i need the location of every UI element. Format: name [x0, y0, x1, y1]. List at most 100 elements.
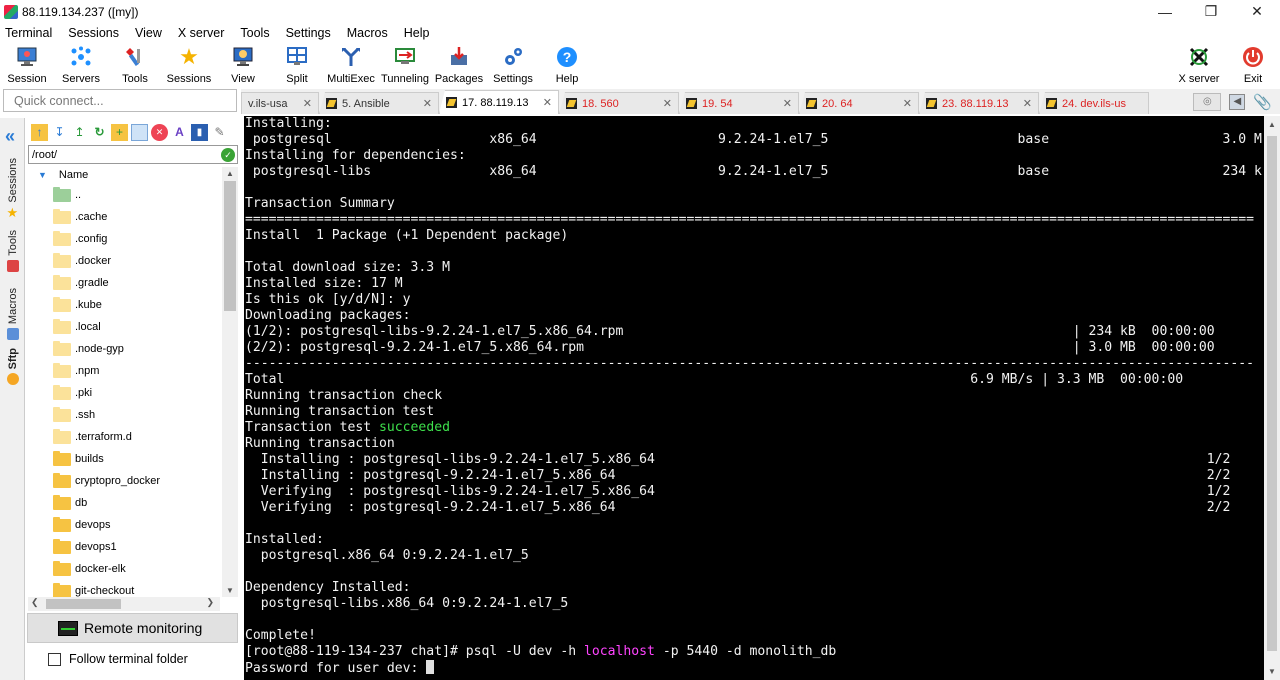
scroll-thumb[interactable]: [46, 599, 121, 609]
tab-session-active[interactable]: 17. 88.119.13 ✕: [439, 90, 559, 114]
menu-terminal[interactable]: Terminal: [0, 26, 60, 40]
remote-monitoring-button[interactable]: Remote monitoring: [27, 613, 238, 643]
list-item[interactable]: .kube: [26, 294, 222, 316]
folder-icon: [53, 230, 71, 246]
menu-help[interactable]: Help: [399, 26, 438, 40]
follow-terminal-folder[interactable]: Follow terminal folder: [48, 652, 188, 666]
list-item[interactable]: .config: [26, 228, 222, 250]
tunneling-button[interactable]: Tunneling: [378, 42, 432, 89]
servers-button[interactable]: Servers: [54, 42, 108, 89]
new-folder-icon[interactable]: +: [111, 123, 128, 141]
download-icon[interactable]: ↧: [51, 124, 68, 141]
menu-macros[interactable]: Macros: [342, 26, 396, 40]
list-item[interactable]: devops1: [26, 536, 222, 558]
list-item[interactable]: cryptopro_docker: [26, 470, 222, 492]
menu-tools[interactable]: Tools: [235, 26, 277, 40]
scroll-down-icon[interactable]: ▼: [222, 586, 238, 595]
close-icon[interactable]: ✕: [423, 97, 432, 110]
edit-icon[interactable]: ✎: [211, 124, 228, 141]
tools-button[interactable]: Tools: [108, 42, 162, 89]
list-item[interactable]: .terraform.d: [26, 426, 222, 448]
close-icon[interactable]: ✕: [783, 97, 792, 110]
list-item[interactable]: .npm: [26, 360, 222, 382]
terminal-line: ========================================…: [244, 212, 1264, 228]
list-item[interactable]: docker-elk: [26, 558, 222, 580]
collapse-sidebar-icon[interactable]: «: [5, 126, 15, 147]
list-item[interactable]: db: [26, 492, 222, 514]
list-item[interactable]: git-checkout: [26, 580, 222, 598]
split-button[interactable]: Split: [270, 42, 324, 89]
settings-button[interactable]: Settings: [486, 42, 540, 89]
terminal-output[interactable]: Installing: postgresql x86_64 9.2.24-1.e…: [244, 116, 1264, 680]
menu-settings[interactable]: Settings: [281, 26, 339, 40]
list-item[interactable]: .node-gyp: [26, 338, 222, 360]
list-item[interactable]: .local: [26, 316, 222, 338]
vtab-tools[interactable]: Tools: [0, 230, 25, 272]
sftp-path-field[interactable]: /root/ ✓: [28, 145, 238, 164]
attach-icon[interactable]: 📎: [1253, 93, 1272, 111]
menu-sessions[interactable]: Sessions: [63, 26, 127, 40]
sessions-button[interactable]: ★ Sessions: [162, 42, 216, 89]
list-item[interactable]: .ssh: [26, 404, 222, 426]
file-list-hscrollbar[interactable]: ❮ ❯: [28, 597, 220, 611]
exit-button[interactable]: Exit: [1226, 42, 1280, 85]
file-list-vscrollbar[interactable]: ▲ ▼: [222, 167, 238, 597]
file-list-header[interactable]: ▼ Name: [26, 167, 222, 183]
scroll-up-icon[interactable]: ▲: [222, 169, 238, 178]
terminal-line: Downloading packages:: [244, 308, 1264, 324]
multiexec-button[interactable]: MultiExec: [324, 42, 378, 89]
close-icon[interactable]: ✕: [303, 97, 312, 110]
tab-session[interactable]: v.ils-usa ✕: [241, 92, 319, 114]
follow-terminal-checkbox[interactable]: [48, 652, 61, 666]
scroll-thumb[interactable]: [1267, 136, 1277, 651]
close-button[interactable]: ✕: [1234, 0, 1280, 23]
terminal-scrollbar[interactable]: ▲ ▼: [1264, 116, 1280, 680]
upload-icon[interactable]: ↥: [71, 124, 88, 141]
tab-session[interactable]: 18. 560 ✕: [559, 92, 679, 114]
list-item[interactable]: .pki: [26, 382, 222, 404]
list-item[interactable]: .gradle: [26, 272, 222, 294]
x-server-button[interactable]: X server: [1172, 42, 1226, 85]
quick-connect-input[interactable]: [14, 93, 236, 108]
list-item[interactable]: .cache: [26, 206, 222, 228]
vtab-sessions[interactable]: Sessions ★: [0, 158, 25, 219]
help-button[interactable]: ? Help: [540, 42, 594, 89]
menu-x-server[interactable]: X server: [173, 26, 233, 40]
restore-button[interactable]: ❐: [1188, 0, 1234, 23]
tab-session[interactable]: 19. 54 ✕: [679, 92, 799, 114]
scroll-left-icon[interactable]: ❮: [31, 597, 39, 608]
list-item[interactable]: devops: [26, 514, 222, 536]
parent-folder-icon[interactable]: ↑: [31, 123, 48, 141]
folder-icon: [53, 406, 71, 422]
permissions-icon[interactable]: ▮: [191, 123, 208, 141]
close-icon[interactable]: ✕: [663, 97, 672, 110]
tab-session[interactable]: 20. 64 ✕: [799, 92, 919, 114]
vtab-macros[interactable]: Macros: [0, 288, 25, 341]
tab-session[interactable]: 5. Ansible ✕: [319, 92, 439, 114]
packages-button[interactable]: Packages: [432, 42, 486, 89]
close-icon[interactable]: ✕: [543, 96, 552, 109]
delete-icon[interactable]: ✕: [151, 123, 168, 141]
new-file-icon[interactable]: [131, 123, 148, 141]
minimize-button[interactable]: —: [1142, 0, 1188, 23]
scroll-right-icon[interactable]: ❯: [206, 597, 214, 608]
new-tab-button[interactable]: ◎: [1193, 92, 1222, 111]
list-item[interactable]: ..: [26, 184, 222, 206]
close-icon[interactable]: ✕: [903, 97, 912, 110]
path-ok-icon[interactable]: ✓: [221, 148, 235, 162]
list-item[interactable]: .docker: [26, 250, 222, 272]
scroll-thumb[interactable]: [224, 181, 236, 311]
close-icon[interactable]: ✕: [1023, 97, 1032, 110]
menu-view[interactable]: View: [130, 26, 170, 40]
refresh-icon[interactable]: ↻: [91, 124, 108, 141]
session-button[interactable]: Session: [0, 42, 54, 89]
rename-icon[interactable]: A: [171, 124, 188, 141]
view-button[interactable]: View: [216, 42, 270, 89]
tab-session[interactable]: 24. dev.ils-us: [1039, 92, 1149, 114]
scroll-up-icon[interactable]: ▲: [1264, 120, 1280, 129]
tab-session[interactable]: 23. 88.119.13 ✕: [919, 92, 1039, 114]
tab-list-button[interactable]: ◀: [1229, 93, 1246, 110]
scroll-down-icon[interactable]: ▼: [1264, 667, 1280, 676]
vtab-sftp[interactable]: Sftp: [0, 348, 25, 386]
list-item[interactable]: builds: [26, 448, 222, 470]
